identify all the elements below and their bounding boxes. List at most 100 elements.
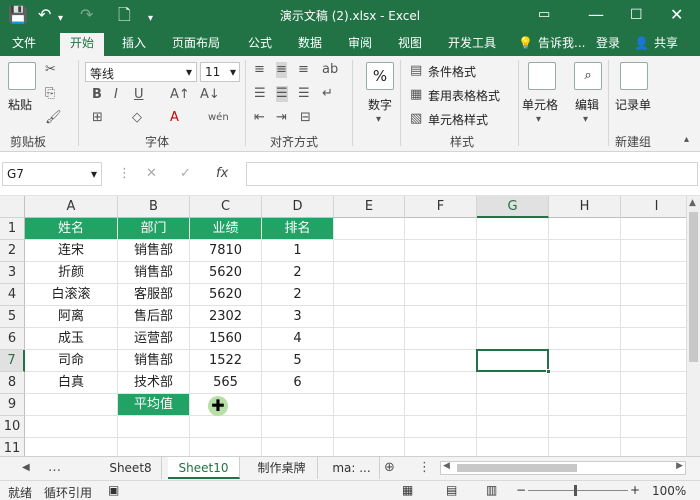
cell-C6[interactable]: 1560 [190,328,262,350]
cell-G6[interactable] [477,328,549,350]
cell-F8[interactable] [405,372,477,394]
bold-icon[interactable]: B [92,87,102,103]
cell-B8[interactable]: 技术部 [118,372,190,394]
row-header-10[interactable]: 10 [0,416,25,438]
cell-style-button[interactable]: 单元格样式 [428,111,488,128]
column-header-E[interactable]: E [334,196,405,218]
tab-review[interactable]: 审阅 [348,35,372,51]
cell-B6[interactable]: 运营部 [118,328,190,350]
cell-C7[interactable]: 1522 [190,350,262,372]
cell-G9[interactable] [477,394,549,416]
tell-me-search[interactable]: 告诉我... [538,35,585,51]
login-link[interactable]: 登录 [596,35,620,51]
cell-E5[interactable] [334,306,405,328]
merge-center-icon[interactable]: ⊟ [300,110,311,126]
cell-I3[interactable] [621,262,686,284]
cell-A5[interactable]: 阿离 [25,306,118,328]
cell-D3[interactable]: 2 [262,262,334,284]
horizontal-scrollbar[interactable]: ◀ ▶ [440,461,686,475]
add-sheet-icon[interactable]: ⊕ [384,460,395,476]
cell-D4[interactable]: 2 [262,284,334,306]
cell-C1[interactable]: 业绩 [190,218,262,240]
cell-B4[interactable]: 客服部 [118,284,190,306]
align-right-icon[interactable]: ☰ [298,86,310,102]
phonetic-icon[interactable]: wén [208,110,229,126]
conditional-format-button[interactable]: 条件格式 [428,63,476,80]
cell-H5[interactable] [549,306,621,328]
cell-H6[interactable] [549,328,621,350]
cell-B11[interactable] [118,438,190,456]
cells-icon[interactable] [528,62,556,90]
cell-F10[interactable] [405,416,477,438]
prev-sheet-icon[interactable]: ◀ [22,460,30,476]
sheet-ellipsis-icon[interactable]: … [48,460,61,476]
cell-H2[interactable] [549,240,621,262]
cell-G1[interactable] [477,218,549,240]
cell-E1[interactable] [334,218,405,240]
row-header-6[interactable]: 6 [0,328,25,350]
align-center-icon[interactable]: ☰ [276,86,288,102]
cell-I6[interactable] [621,328,686,350]
close-icon[interactable]: ✕ [670,5,683,25]
cell-F3[interactable] [405,262,477,284]
cell-C4[interactable]: 5620 [190,284,262,306]
cell-D9[interactable] [262,394,334,416]
cell-C8[interactable]: 565 [190,372,262,394]
cell-H11[interactable] [549,438,621,456]
cell-D5[interactable]: 3 [262,306,334,328]
cell-F7[interactable] [405,350,477,372]
cell-I1[interactable] [621,218,686,240]
cell-G2[interactable] [477,240,549,262]
italic-icon[interactable]: I [114,87,118,103]
cell-H8[interactable] [549,372,621,394]
paste-icon[interactable] [8,62,36,90]
column-header-D[interactable]: D [262,196,334,218]
cell-G8[interactable] [477,372,549,394]
zoom-level[interactable]: 100% [652,484,686,498]
record-form-button[interactable]: 记录单 [615,96,651,113]
maximize-icon[interactable]: ☐ [630,5,643,25]
column-header-G[interactable]: G [477,196,549,218]
sheet-tab-4[interactable]: ma: ... [324,457,380,479]
cell-A7[interactable]: 司命 [25,350,118,372]
cell-I10[interactable] [621,416,686,438]
row-header-5[interactable]: 5 [0,306,25,328]
cell-E9[interactable] [334,394,405,416]
cells-dropdown-icon[interactable]: ▾ [536,112,541,128]
copy-icon[interactable]: ⎘ [45,86,55,102]
cell-G3[interactable] [477,262,549,284]
cell-I2[interactable] [621,240,686,262]
ribbon-display-icon[interactable]: ▭ [538,5,550,25]
formula-input[interactable] [246,162,698,186]
font-size-select[interactable]: 11 ▾ [200,62,240,82]
cells-button[interactable]: 单元格 [522,96,558,113]
scroll-left-icon[interactable]: ◀ [443,461,450,471]
tab-data[interactable]: 数据 [298,35,322,51]
row-header-9[interactable]: 9 [0,394,25,416]
cell-G10[interactable] [477,416,549,438]
cell-H3[interactable] [549,262,621,284]
cell-G4[interactable] [477,284,549,306]
increase-font-icon[interactable]: A↑ [170,87,190,103]
cell-D11[interactable] [262,438,334,456]
cell-I11[interactable] [621,438,686,456]
cut-icon[interactable]: ✂ [45,62,56,78]
cell-A2[interactable]: 连宋 [25,240,118,262]
wrap-text-icon[interactable]: ↵ [322,86,333,102]
cell-F9[interactable] [405,394,477,416]
share-button[interactable]: 共享 [654,35,678,51]
paste-button[interactable]: 粘贴 [8,96,32,113]
cell-D1[interactable]: 排名 [262,218,334,240]
cancel-icon[interactable]: ✕ [146,166,157,182]
cell-C3[interactable]: 5620 [190,262,262,284]
cell-E10[interactable] [334,416,405,438]
hscroll-thumb[interactable] [457,464,577,472]
cell-D10[interactable] [262,416,334,438]
macro-record-icon[interactable]: ▣ [108,483,119,497]
cell-B9[interactable]: 平均值 [118,394,190,416]
cell-D8[interactable]: 6 [262,372,334,394]
cell-C10[interactable] [190,416,262,438]
cell-A6[interactable]: 成玉 [25,328,118,350]
cell-E8[interactable] [334,372,405,394]
cell-A8[interactable]: 白真 [25,372,118,394]
